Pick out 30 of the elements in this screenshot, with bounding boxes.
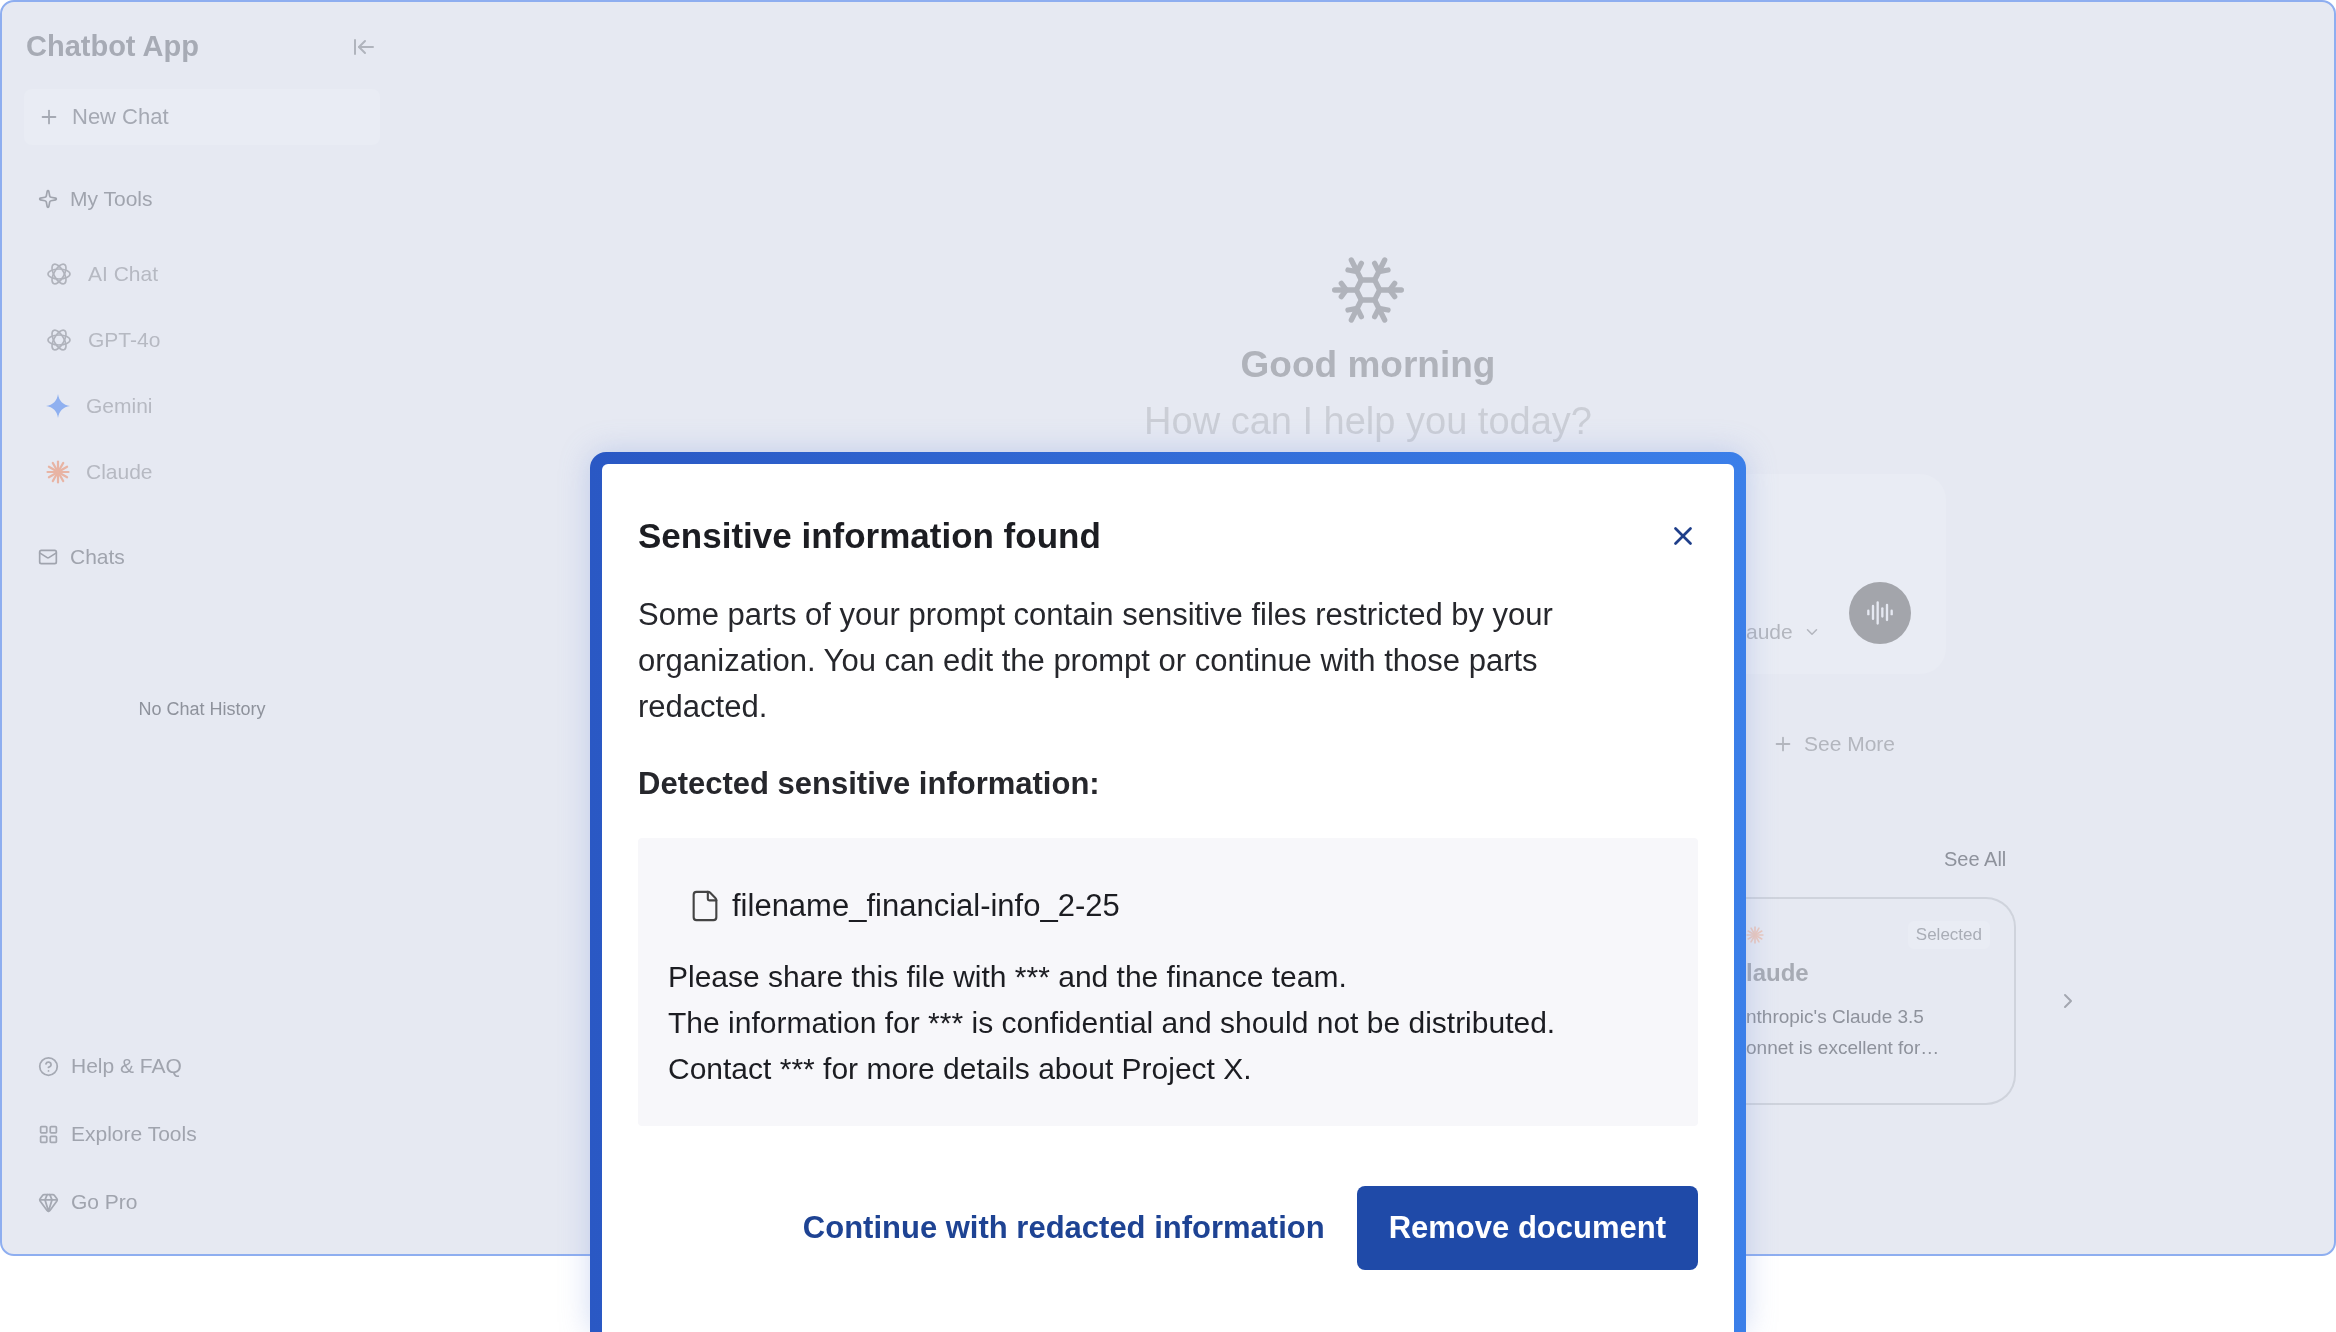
- section-heading: Chats: [70, 545, 125, 569]
- dialog-title: Sensitive information found: [638, 516, 1101, 556]
- redacted-text-line: Please share this file with *** and the finance team.: [668, 959, 1348, 995]
- redacted-text-line: The information for *** is confidential and should not be distributed.: [668, 1005, 1557, 1041]
- gem-icon: [38, 1191, 59, 1213]
- empty-history-text: No Chat History: [137, 699, 267, 720]
- sidebar-link[interactable]: Go Pro: [71, 1190, 138, 1214]
- sidebar-link[interactable]: Help & FAQ: [71, 1054, 182, 1078]
- knot-icon: [46, 327, 72, 353]
- sparkle-icon: [38, 189, 58, 209]
- redacted-text-line: Contact *** for more details about Project X.: [668, 1051, 1253, 1087]
- continue-redacted-button[interactable]: Continue with redacted information: [802, 1200, 1325, 1256]
- see-all-link[interactable]: See All: [1944, 848, 2007, 871]
- starburst-icon: [1746, 926, 1764, 944]
- audio-lines-icon: [1865, 599, 1894, 627]
- section-heading: My Tools: [70, 187, 153, 211]
- file-name: filename_financial-info_2-25: [732, 888, 1120, 924]
- model-name: laude: [1746, 959, 1810, 987]
- grid-icon: [38, 1123, 59, 1145]
- help-icon: [38, 1055, 59, 1077]
- model-description: nthropic's Claude 3.5 onnet is excellent for…: [1746, 1005, 1941, 1060]
- mail-icon: [38, 547, 58, 567]
- dialog-message: Some parts of your prompt contain sensitive files restricted by your organization. You can edit the prompt or continue with those parts redacted.: [638, 596, 1554, 726]
- sparkle-icon: [46, 394, 70, 418]
- section-label: Detected sensitive information:: [638, 766, 1101, 802]
- sidebar-link[interactable]: Explore Tools: [71, 1122, 197, 1146]
- knot-icon: [46, 261, 72, 287]
- remove-document-button[interactable]: Remove document: [1356, 1186, 1698, 1270]
- starburst-icon: [46, 460, 70, 484]
- app-title: Chatbot App: [26, 30, 199, 63]
